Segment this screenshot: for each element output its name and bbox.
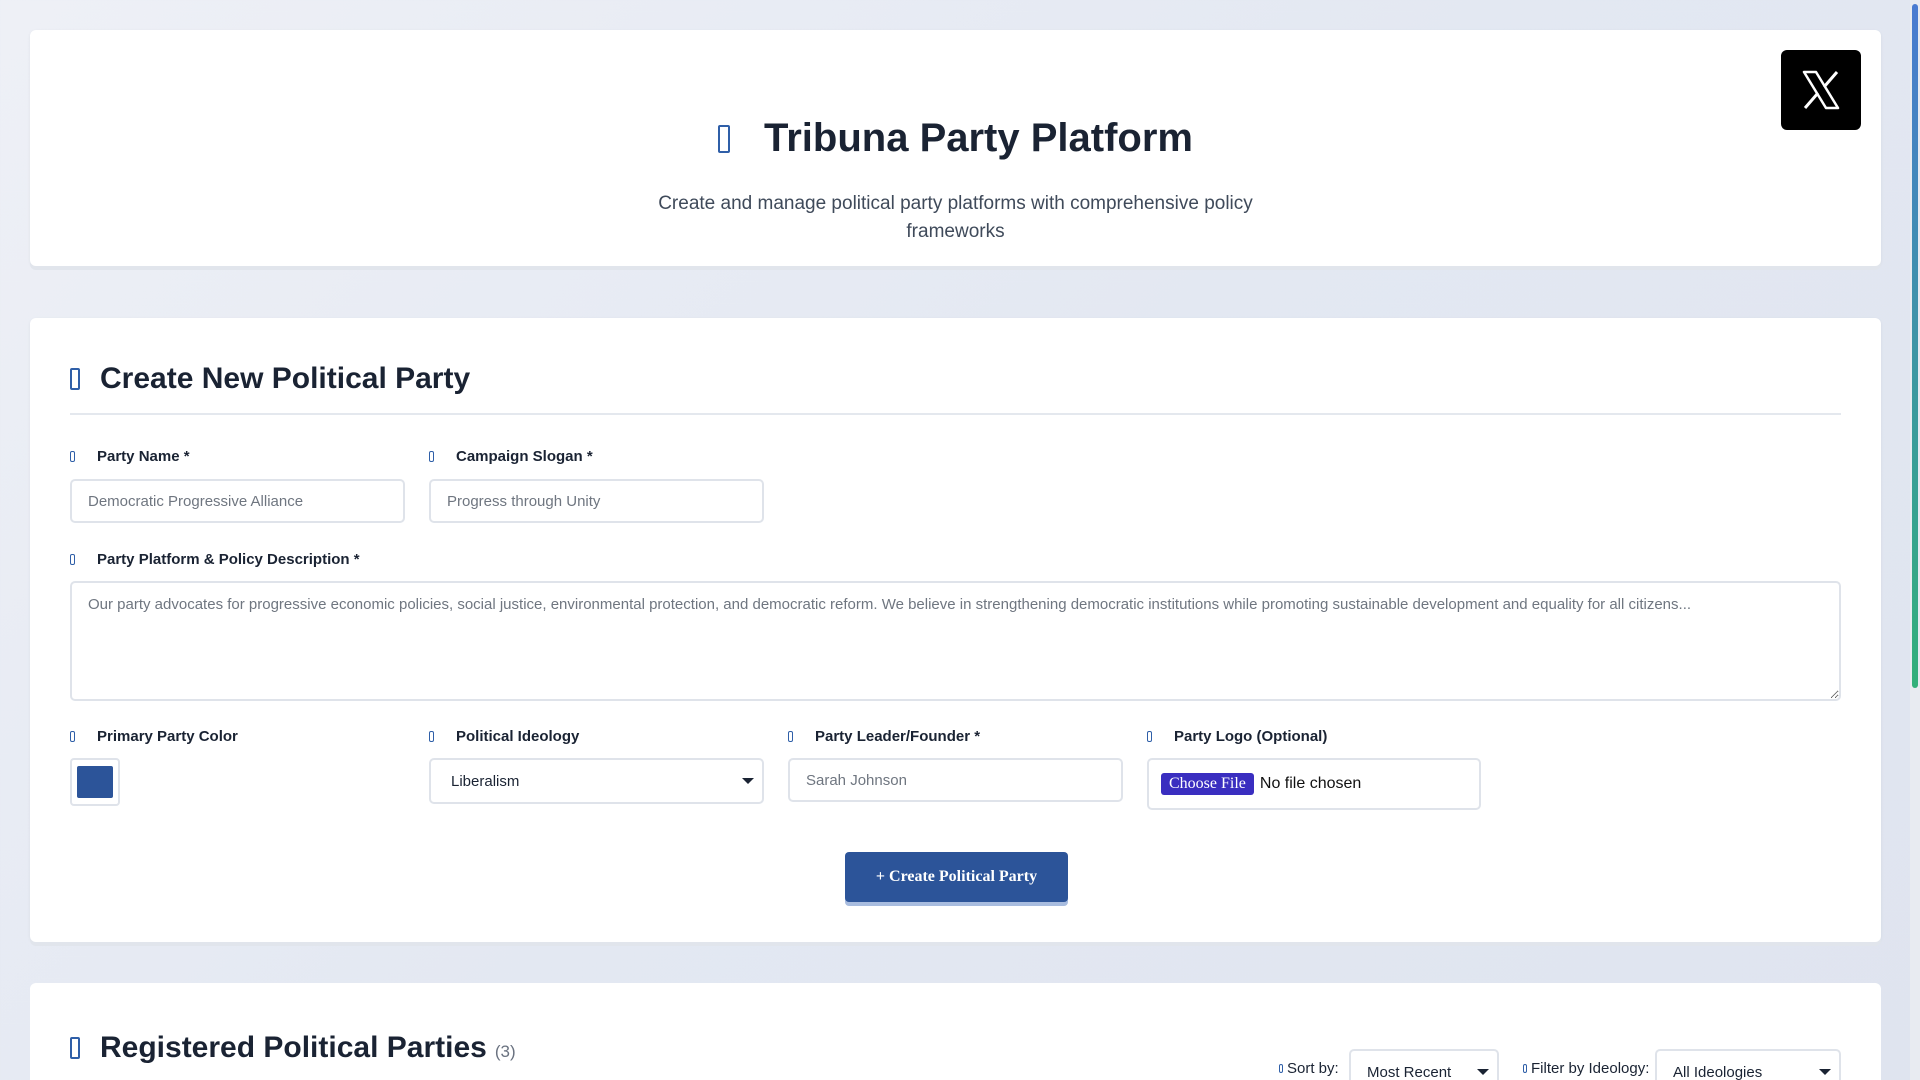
ideology-filter-select[interactable]: All Ideologies: [1655, 1049, 1841, 1080]
chevron-down-icon: [1819, 1069, 1831, 1075]
header-card: Tribuna Party Platform Create and manage…: [30, 30, 1881, 266]
file-status: No file chosen: [1259, 775, 1362, 792]
logo-label: Party Logo (Optional): [1147, 728, 1327, 745]
page-subtitle: Create and manage political party platfo…: [30, 190, 1881, 246]
document-icon: [70, 554, 75, 565]
party-name-input[interactable]: [70, 479, 405, 523]
create-party-button[interactable]: + Create Political Party: [845, 852, 1068, 902]
filter-icon: [1523, 1064, 1527, 1073]
palette-icon: [70, 731, 75, 742]
description-label: Party Platform & Policy Description *: [70, 551, 360, 568]
ideology-select[interactable]: Liberalism: [429, 758, 764, 804]
create-party-heading: Create New Political Party: [70, 362, 470, 396]
landmark-icon: [718, 124, 730, 153]
leader-label: Party Leader/Founder *: [788, 728, 980, 745]
party-name-label: Party Name *: [70, 448, 190, 465]
sort-selected-value: Most Recent: [1367, 1063, 1452, 1080]
filter-label: Filter by Ideology:: [1523, 1060, 1649, 1077]
ideology-label: Political Ideology: [429, 728, 579, 745]
sort-label-text: Sort by:: [1287, 1060, 1339, 1077]
leader-input[interactable]: [788, 758, 1123, 802]
registered-heading: Registered Political Parties (3): [70, 1031, 516, 1065]
registered-title-text: Registered Political Parties: [100, 1031, 487, 1064]
campaign-slogan-label-text: Campaign Slogan *: [456, 448, 593, 465]
sort-select[interactable]: Most Recent: [1349, 1049, 1499, 1080]
primary-color-label: Primary Party Color: [70, 728, 238, 745]
leader-label-text: Party Leader/Founder *: [815, 728, 981, 745]
registered-parties-card: Registered Political Parties (3) Sort by:…: [30, 983, 1881, 1080]
chevron-down-icon: [1477, 1069, 1489, 1075]
user-icon: [788, 731, 793, 742]
primary-color-label-text: Primary Party Color: [97, 728, 238, 745]
ideology-selected-value: Liberalism: [451, 772, 520, 790]
sort-label: Sort by:: [1279, 1060, 1339, 1077]
scrollbar-track[interactable]: [1910, 0, 1920, 1080]
logo-file-input[interactable]: Choose File No file chosen: [1147, 758, 1481, 810]
quote-icon: [429, 451, 434, 462]
primary-color-picker[interactable]: [70, 758, 120, 806]
logo-label-text: Party Logo (Optional): [1174, 728, 1328, 745]
tag-icon: [70, 451, 75, 462]
compass-icon: [429, 731, 434, 742]
chevron-down-icon: [742, 778, 754, 784]
image-icon: [1147, 731, 1152, 742]
create-party-title: Create New Political Party: [100, 362, 471, 395]
color-swatch: [77, 766, 113, 798]
page-title: Tribuna Party Platform: [764, 116, 1193, 160]
x-share-button[interactable]: [1781, 50, 1861, 130]
section-divider: [70, 413, 1841, 415]
ideology-label-text: Political Ideology: [456, 728, 580, 745]
choose-file-button[interactable]: Choose File: [1161, 773, 1254, 795]
sort-icon: [1279, 1064, 1283, 1073]
create-party-card: Create New Political Party Party Name * …: [30, 318, 1881, 942]
header-title-row: Tribuna Party Platform: [30, 116, 1881, 161]
registered-title: Registered Political Parties (3): [100, 1031, 516, 1065]
subtitle-line-2: frameworks: [906, 221, 1005, 242]
subtitle-line-1: Create and manage political party platfo…: [658, 193, 1253, 214]
filter-selected-value: All Ideologies: [1673, 1063, 1763, 1080]
list-icon: [70, 1037, 80, 1059]
campaign-slogan-label: Campaign Slogan *: [429, 448, 593, 465]
x-logo-icon: [1802, 70, 1840, 110]
scrollbar-thumb[interactable]: [1912, 4, 1918, 688]
description-label-text: Party Platform & Policy Description *: [97, 551, 360, 568]
registered-count: (3): [494, 1042, 516, 1061]
party-name-label-text: Party Name *: [97, 448, 190, 465]
flag-icon: [70, 368, 80, 390]
filter-label-text: Filter by Ideology:: [1531, 1060, 1650, 1077]
campaign-slogan-input[interactable]: [429, 479, 764, 523]
description-textarea[interactable]: [70, 581, 1841, 701]
